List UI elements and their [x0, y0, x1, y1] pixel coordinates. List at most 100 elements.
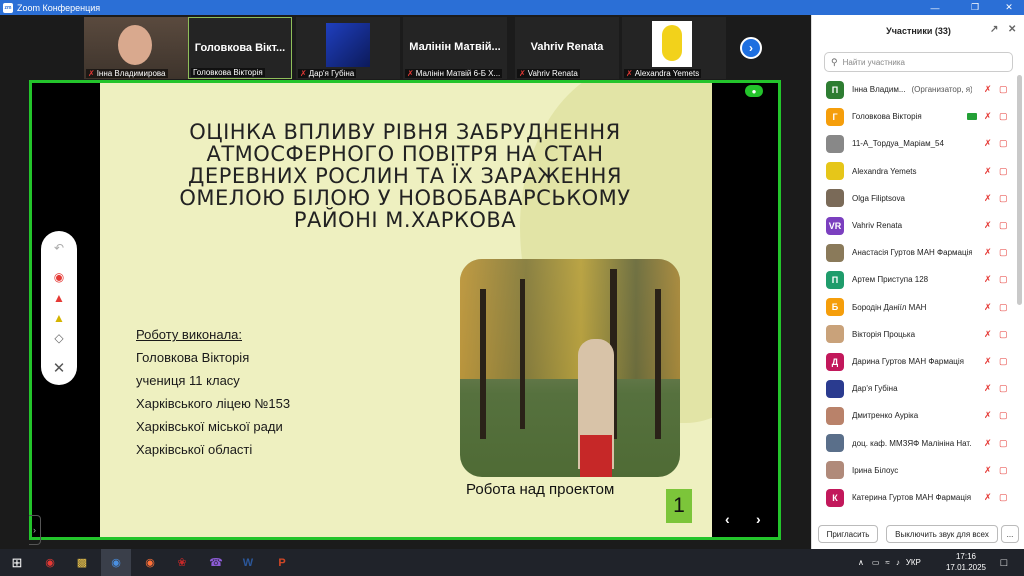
video-off-icon[interactable]: ▢	[999, 138, 1008, 149]
zoom-taskbar-icon[interactable]: ◉	[106, 553, 126, 572]
mic-off-icon[interactable]: ✗	[984, 138, 992, 149]
chrome-icon[interactable]: ◉	[40, 553, 60, 572]
laser-pointer-icon[interactable]: ◉	[41, 268, 77, 286]
mic-off-icon[interactable]: ✗	[984, 465, 992, 476]
mic-off-icon[interactable]: ✗	[984, 383, 992, 394]
mic-off-icon[interactable]: ✗	[984, 220, 992, 231]
highlighter-icon[interactable]: ▲	[41, 309, 77, 327]
participant-face	[118, 25, 152, 65]
app-icon[interactable]: ❀	[172, 553, 192, 572]
video-off-icon[interactable]: ▢	[999, 438, 1008, 449]
participant-row[interactable]: Ірина Білоус ✗ ▢	[812, 457, 1017, 484]
participant-name: Vahriv Renata	[852, 221, 972, 230]
video-off-icon[interactable]: ▢	[999, 302, 1008, 313]
next-page-button[interactable]: ›	[740, 37, 762, 59]
windows-start-icon[interactable]: ⊞	[7, 553, 27, 572]
video-thumbnail[interactable]: Vahriv Renata ✗ Vahriv Renata	[515, 17, 619, 79]
volume-icon[interactable]: ♪	[896, 558, 900, 567]
participant-row[interactable]: Olga Filiptsova ✗ ▢	[812, 185, 1017, 212]
video-thumbnail[interactable]: Головкова Вікт... Головкова Вікторія	[188, 17, 292, 79]
video-off-icon[interactable]: ▢	[999, 356, 1008, 367]
meeting-stage: ✗ Інна Владимирова Головкова Вікт... Голо…	[0, 15, 810, 559]
word-icon[interactable]: W	[238, 553, 258, 572]
video-off-icon[interactable]: ▢	[999, 383, 1008, 394]
video-off-icon[interactable]: ▢	[999, 193, 1008, 204]
close-icon[interactable]: ✕	[994, 0, 1024, 15]
undo-icon[interactable]: ↶	[41, 239, 77, 257]
shared-screen: ОЦІНКА ВПЛИВУ РІВНЯ ЗАБРУДНЕННЯ АТМОСФЕР…	[29, 80, 781, 540]
mic-off-icon[interactable]: ✗	[984, 438, 992, 449]
video-off-icon[interactable]: ▢	[999, 220, 1008, 231]
notifications-icon[interactable]: □	[994, 553, 1014, 572]
close-toolbar-icon[interactable]: ✕	[41, 359, 77, 377]
mic-off-icon[interactable]: ✗	[984, 329, 992, 340]
battery-icon[interactable]: ▭	[872, 558, 880, 567]
participant-row[interactable]: Дар'я Губіна ✗ ▢	[812, 375, 1017, 402]
avatar	[826, 162, 844, 181]
participant-search-input[interactable]: ⚲ Найти участника	[824, 52, 1013, 72]
avatar: П	[826, 270, 844, 289]
more-options-button[interactable]: ...	[1001, 525, 1019, 543]
participant-row[interactable]: Анастасія Гуртов МАН Фармація ✗ ▢	[812, 239, 1017, 266]
invite-button[interactable]: Пригласить	[818, 525, 878, 543]
powerpoint-icon[interactable]: P	[272, 553, 292, 572]
pop-out-icon[interactable]: ↗	[990, 24, 998, 35]
panel-scrollbar[interactable]	[1017, 75, 1022, 305]
viber-icon[interactable]: ☎	[206, 553, 226, 572]
next-slide-icon[interactable]: ›	[756, 511, 761, 527]
mic-off-icon[interactable]: ✗	[984, 492, 992, 503]
mute-all-button[interactable]: Выключить звук для всех	[886, 525, 998, 543]
video-off-icon[interactable]: ▢	[999, 492, 1008, 503]
minimize-icon[interactable]: —	[920, 0, 950, 15]
eraser-icon[interactable]: ◇	[41, 329, 77, 347]
video-thumbnail[interactable]: Малінін Матвій... ✗ Малінін Матвій 6-Б Х.…	[403, 17, 507, 79]
file-explorer-icon[interactable]: ▩	[72, 553, 92, 572]
video-off-icon[interactable]: ▢	[999, 410, 1008, 421]
video-off-icon[interactable]: ▢	[999, 111, 1008, 122]
collapse-handle[interactable]: ›	[29, 515, 41, 545]
keyboard-language[interactable]: УКР	[906, 558, 921, 567]
mic-off-icon[interactable]: ✗	[984, 302, 992, 313]
participant-row[interactable]: П Артем Приступа 128 ✗ ▢	[812, 266, 1017, 293]
video-off-icon[interactable]: ▢	[999, 274, 1008, 285]
taskbar-clock[interactable]: 17:16 17.01.2025	[944, 551, 988, 573]
participant-row[interactable]: Б Бородін Даніїл МАН ✗ ▢	[812, 294, 1017, 321]
participant-row[interactable]: доц. каф. ММЗЯФ Малініна Нат... ✗ ▢	[812, 430, 1017, 457]
mic-off-icon[interactable]: ✗	[984, 84, 992, 95]
participant-row[interactable]: П Інна Владим... (Организатор, я) ✗ ▢	[812, 76, 1017, 103]
video-thumbnail[interactable]: ✗ Інна Владимирова	[84, 17, 188, 79]
presentation-slide: ОЦІНКА ВПЛИВУ РІВНЯ ЗАБРУДНЕННЯ АТМОСФЕР…	[100, 83, 712, 537]
close-panel-icon[interactable]: ✕	[1008, 24, 1016, 35]
mic-off-icon[interactable]: ✗	[984, 166, 992, 177]
video-off-icon[interactable]: ▢	[999, 247, 1008, 258]
participant-row[interactable]: Д Дарина Гуртов МАН Фармація ✗ ▢	[812, 348, 1017, 375]
participant-row[interactable]: К Катерина Гуртов МАН Фармація ✗ ▢	[812, 484, 1017, 511]
mic-off-icon[interactable]: ✗	[984, 193, 992, 204]
pen-icon[interactable]: ▲	[41, 289, 77, 307]
participant-row[interactable]: Г Головкова Вікторія ✗ ▢	[812, 103, 1017, 130]
mic-off-icon[interactable]: ✗	[984, 111, 992, 122]
previous-slide-icon[interactable]: ‹	[725, 511, 730, 527]
video-off-icon[interactable]: ▢	[999, 465, 1008, 476]
participant-row[interactable]: VR Vahriv Renata ✗ ▢	[812, 212, 1017, 239]
video-thumbnail[interactable]: ✗ Alexandra Yemets	[622, 17, 726, 79]
tray-chevron-icon[interactable]: ∧	[858, 558, 864, 567]
mic-off-icon[interactable]: ✗	[984, 274, 992, 285]
participant-name-text: 11-А_Тордуа_Маріам_54	[852, 139, 944, 149]
participant-row[interactable]: Вікторія Процька ✗ ▢	[812, 321, 1017, 348]
mic-off-icon[interactable]: ✗	[984, 247, 992, 258]
participant-name-text: доц. каф. ММЗЯФ Малініна Нат...	[852, 438, 972, 448]
participant-row[interactable]: 11-А_Тордуа_Маріам_54 ✗ ▢	[812, 130, 1017, 157]
firefox-icon[interactable]: ◉	[140, 553, 160, 572]
video-off-icon[interactable]: ▢	[999, 166, 1008, 177]
thumbnail-name: Малінін Матвій 6-Б Х...	[415, 69, 501, 78]
video-off-icon[interactable]: ▢	[999, 84, 1008, 95]
mic-off-icon[interactable]: ✗	[984, 410, 992, 421]
participant-row[interactable]: Alexandra Yemets ✗ ▢	[812, 158, 1017, 185]
mic-off-icon[interactable]: ✗	[984, 356, 992, 367]
video-off-icon[interactable]: ▢	[999, 329, 1008, 340]
participant-row[interactable]: Дмитренко Ауріка ✗ ▢	[812, 402, 1017, 429]
restore-icon[interactable]: ❐	[960, 0, 990, 15]
wifi-icon[interactable]: ≈	[885, 558, 889, 567]
video-thumbnail[interactable]: ✗ Дар'я Губіна	[296, 17, 400, 79]
